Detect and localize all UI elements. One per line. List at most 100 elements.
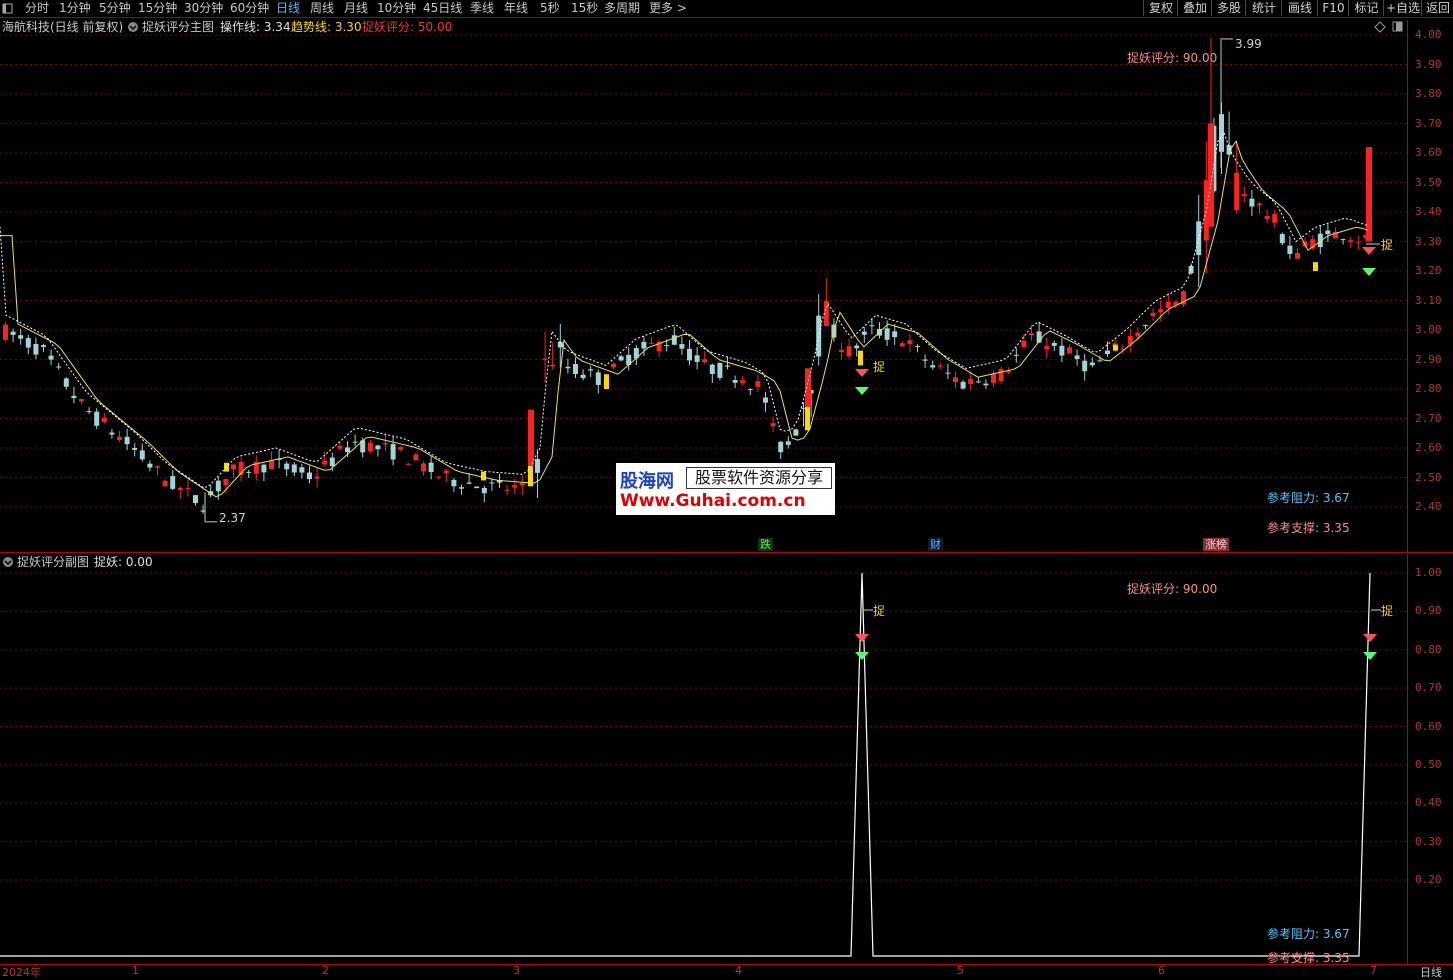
candle-up [611, 363, 616, 368]
candle-up [421, 463, 426, 472]
candle-up [770, 423, 776, 427]
add-watchlist-button[interactable]: +自选 [1383, 0, 1422, 16]
price-tick: 2.80 [1415, 382, 1442, 395]
candle-up [185, 487, 191, 489]
period-tab[interactable]: 60分钟 [230, 0, 269, 17]
candle-down [960, 381, 966, 389]
candle-up [383, 443, 388, 445]
period-tab[interactable]: 年线 [504, 0, 528, 17]
period-tab[interactable]: 45日线 [423, 0, 462, 17]
adjust-button[interactable]: 复权 [1143, 0, 1178, 16]
time-label: 2 [322, 964, 329, 977]
candle-down [352, 441, 358, 443]
candle-down [329, 457, 335, 467]
candle-down [1082, 360, 1088, 372]
price-tick: 2.60 [1415, 441, 1442, 454]
candle-up [740, 380, 746, 384]
f10-button[interactable]: F10 [1317, 0, 1349, 16]
period-tab[interactable]: 季线 [470, 0, 494, 17]
price-tick: 3.50 [1415, 175, 1442, 189]
candle-down [428, 462, 434, 473]
period-tab[interactable]: 分时 [25, 0, 49, 17]
candle-up [805, 368, 811, 407]
event-tag-limit-up[interactable]: 涨榜 [1203, 538, 1229, 551]
period-tab[interactable]: 5分钟 [99, 0, 131, 17]
period-tab[interactable]: 多周期 [604, 0, 640, 17]
overlay-button[interactable]: 叠加 [1177, 0, 1212, 16]
candle-down [793, 429, 799, 436]
candle-down [1089, 362, 1095, 366]
mark-button[interactable]: 标记 [1348, 0, 1384, 16]
candle-up [1272, 214, 1278, 223]
candle-down [299, 467, 305, 473]
candle-up [413, 454, 419, 461]
candle-down [535, 459, 540, 473]
candle-up [991, 374, 996, 383]
window-icon[interactable] [2, 0, 16, 17]
red-diamond-icon [855, 369, 869, 377]
more-menu[interactable]: 更多 > [649, 0, 687, 17]
price-tick: 2.40 [1415, 500, 1442, 513]
period-tab-active[interactable]: 日线 [276, 0, 300, 17]
score-subchart[interactable] [0, 554, 1408, 964]
period-tab[interactable]: 30分钟 [184, 0, 223, 17]
period-tab[interactable]: 5秒 [540, 0, 560, 17]
period-tab[interactable]: 月线 [344, 0, 368, 17]
candle-down [246, 471, 252, 473]
candle-up [367, 442, 373, 452]
candle-up [1135, 332, 1141, 337]
period-tab[interactable]: 周线 [310, 0, 334, 17]
event-tag-finance[interactable]: 财 [928, 538, 943, 551]
period-tab[interactable]: 15分钟 [138, 0, 177, 17]
candle-down [56, 366, 62, 368]
candle-up [755, 381, 761, 387]
candle-down [94, 411, 100, 426]
event-tag-drop[interactable]: 跌 [758, 538, 773, 551]
signal-candle [858, 350, 863, 366]
candle-down [1287, 245, 1293, 254]
candle-up [1366, 147, 1372, 242]
candle-up [1158, 309, 1164, 313]
candle-up [542, 358, 548, 361]
candle-down [687, 348, 692, 361]
time-label: 4 [735, 964, 742, 977]
period-tab[interactable]: 15秒 [571, 0, 598, 17]
candle-down [747, 389, 753, 391]
price-tick: 3.90 [1415, 57, 1442, 71]
candle-up [1006, 371, 1012, 373]
stats-button[interactable]: 统计 [1245, 0, 1282, 16]
candle-up [528, 409, 534, 466]
time-axis [0, 964, 1453, 979]
candle-down [1051, 342, 1057, 346]
candle-up [101, 417, 107, 422]
time-label: 5 [957, 964, 964, 977]
candle-down [884, 328, 890, 340]
candle-up [1355, 242, 1361, 244]
candle-down [459, 487, 464, 489]
candle-down [573, 364, 578, 374]
period-tab[interactable]: 10分钟 [377, 0, 416, 17]
candle-down [451, 479, 457, 487]
sub-resistance-label: 参考阻力: 3.67 [1267, 927, 1350, 941]
candle-up [322, 460, 328, 465]
candle-down [1188, 266, 1194, 274]
multi-stock-button[interactable]: 多股 [1211, 0, 1246, 16]
draw-button[interactable]: 画线 [1281, 0, 1318, 16]
candle-up [839, 349, 844, 353]
back-button[interactable]: 返回 [1421, 0, 1453, 16]
candle-down [694, 355, 700, 362]
candle-down [709, 364, 715, 374]
candle-up [1241, 194, 1247, 197]
candle-down [10, 331, 16, 335]
candle-down [618, 356, 624, 361]
green-diamond-icon [1362, 268, 1376, 276]
candle-up [443, 470, 449, 474]
period-tab[interactable]: 1分钟 [59, 0, 91, 17]
time-label: 3 [513, 964, 520, 977]
price-tick: 3.40 [1415, 205, 1442, 218]
score-tick: 0.50 [1415, 757, 1442, 771]
candle-down [284, 463, 290, 470]
candle-down [785, 441, 791, 445]
time-label: 7 [1370, 964, 1377, 977]
score-tick: 0.60 [1415, 719, 1442, 733]
